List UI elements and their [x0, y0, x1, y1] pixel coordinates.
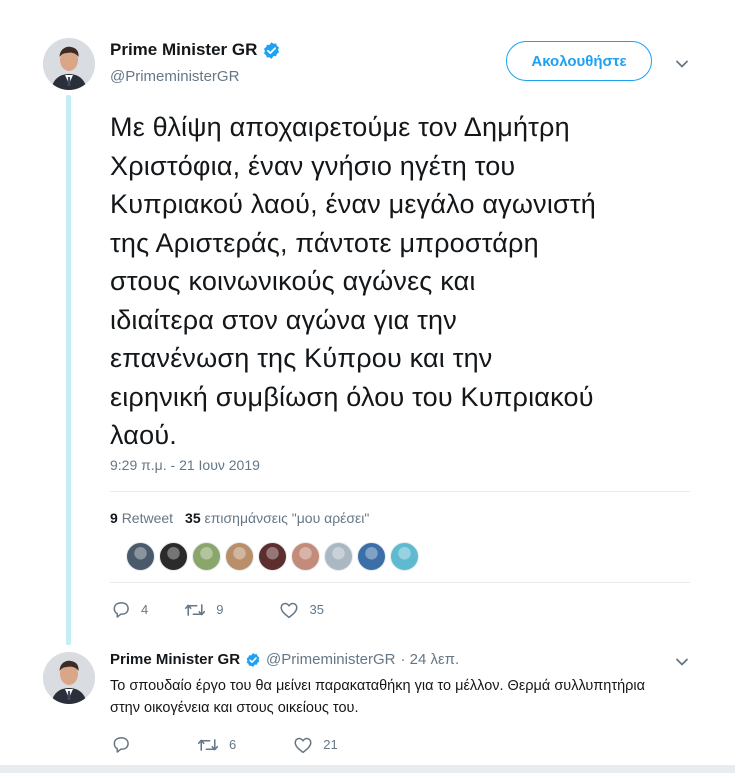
- reply-author-row[interactable]: Prime Minister GR @PrimeministerGR · 24 …: [110, 651, 459, 668]
- like-stat-label: επισημάνσεις "μου αρέσει": [204, 510, 370, 526]
- retweet-count: 6: [229, 737, 237, 752]
- tweet-text-line: Χριστόφια, έναν γνήσιο ηγέτη του: [110, 150, 516, 181]
- tweet-timestamp[interactable]: 9:29 π.μ. - 21 Ιουν 2019: [110, 457, 260, 473]
- tweet-text-line: Με θλίψη αποχαιρετούμε τον Δημήτρη: [110, 112, 570, 142]
- heart-icon: [280, 602, 298, 618]
- reply-time[interactable]: · 24 λεπ.: [400, 651, 459, 668]
- tweet-text-line: λαού.: [110, 420, 177, 450]
- avatar-liker-5[interactable]: [258, 542, 287, 571]
- avatar-liker-1[interactable]: [126, 542, 155, 571]
- avatar-liker-2[interactable]: [159, 542, 188, 571]
- profile-photo-icon: [43, 38, 95, 90]
- heart-icon: [294, 737, 312, 753]
- retweet-icon: [185, 603, 206, 616]
- thread-connector-line: [66, 95, 71, 645]
- retweet-stat[interactable]: 9 Retweet: [110, 510, 173, 526]
- avatar-liker-7[interactable]: [324, 542, 353, 571]
- reply-icon: [113, 737, 129, 753]
- retweet-count: 9: [216, 602, 224, 617]
- liker-avatars: [126, 542, 419, 571]
- like-count: 35: [309, 602, 324, 617]
- author-name-row[interactable]: Prime Minister GR: [110, 40, 281, 60]
- avatar-liker-6[interactable]: [291, 542, 320, 571]
- tweet-text-line: στους κοινωνικούς αγώνες και: [110, 266, 476, 296]
- tweet-text-line: επανένωση της Κύπρου και την: [110, 343, 493, 373]
- verified-badge-icon: [245, 652, 261, 668]
- avatar-liker-3[interactable]: [192, 542, 221, 571]
- tweet-text-line: ειρηνική συμβίωση όλου του Κυπριακού: [110, 381, 594, 412]
- engagement-stats: 9 Retweet 35 επισημάνσεις "μου αρέσει": [110, 510, 369, 526]
- tweet-text-line: Κυπριακού λαού, έναν μεγάλο αγωνιστή: [110, 189, 597, 219]
- reply-icon: [113, 602, 129, 618]
- reply-text: Το σπουδαίο έργο του θα μείνει παρακαταθ…: [110, 678, 645, 716]
- profile-photo-icon: [43, 652, 95, 704]
- reply-button[interactable]: [111, 735, 141, 754]
- reply-author-display-name[interactable]: Prime Minister GR: [110, 651, 240, 668]
- author-handle[interactable]: @PrimeministerGR: [110, 68, 239, 85]
- chevron-down-icon[interactable]: [675, 57, 689, 71]
- tweet-text-line: της Αριστεράς, πάντοτε μπροστάρη: [110, 227, 539, 258]
- retweet-button[interactable]: 6: [197, 736, 236, 754]
- reply-actions: 6 21: [111, 735, 338, 754]
- like-count: 21: [323, 737, 338, 752]
- divider: [110, 582, 690, 583]
- tweet-text: Με θλίψη αποχαιρετούμε τον Δημήτρη Χριστ…: [110, 108, 710, 455]
- reply-count: 4: [141, 602, 149, 617]
- tweet-text-line: ιδιαίτερα στον αγώνα για την: [110, 304, 457, 335]
- retweet-stat-label: Retweet: [121, 510, 174, 526]
- verified-badge-icon: [262, 41, 281, 60]
- like-button[interactable]: 21: [293, 736, 338, 754]
- like-stat-count: 35: [185, 510, 201, 526]
- chevron-down-icon[interactable]: [675, 655, 689, 669]
- like-button[interactable]: 35: [279, 601, 324, 619]
- avatar[interactable]: [43, 652, 95, 704]
- avatar-liker-4[interactable]: [225, 542, 254, 571]
- author-display-name[interactable]: Prime Minister GR: [110, 40, 257, 60]
- tweet-actions: 4 9 35: [111, 600, 324, 619]
- reply-author-handle[interactable]: @PrimeministerGR: [266, 651, 395, 668]
- bottom-border: [0, 765, 735, 773]
- like-stat[interactable]: 35 επισημάνσεις "μου αρέσει": [185, 510, 369, 526]
- retweet-stat-count: 9: [110, 510, 118, 526]
- retweet-button[interactable]: 9: [184, 601, 223, 619]
- follow-button[interactable]: Ακολουθήστε: [506, 41, 652, 81]
- avatar-liker-9[interactable]: [390, 542, 419, 571]
- retweet-icon: [197, 738, 219, 751]
- avatar-liker-8[interactable]: [357, 542, 386, 571]
- reply-button[interactable]: 4: [111, 600, 148, 619]
- divider: [110, 491, 690, 492]
- avatar[interactable]: [43, 38, 95, 90]
